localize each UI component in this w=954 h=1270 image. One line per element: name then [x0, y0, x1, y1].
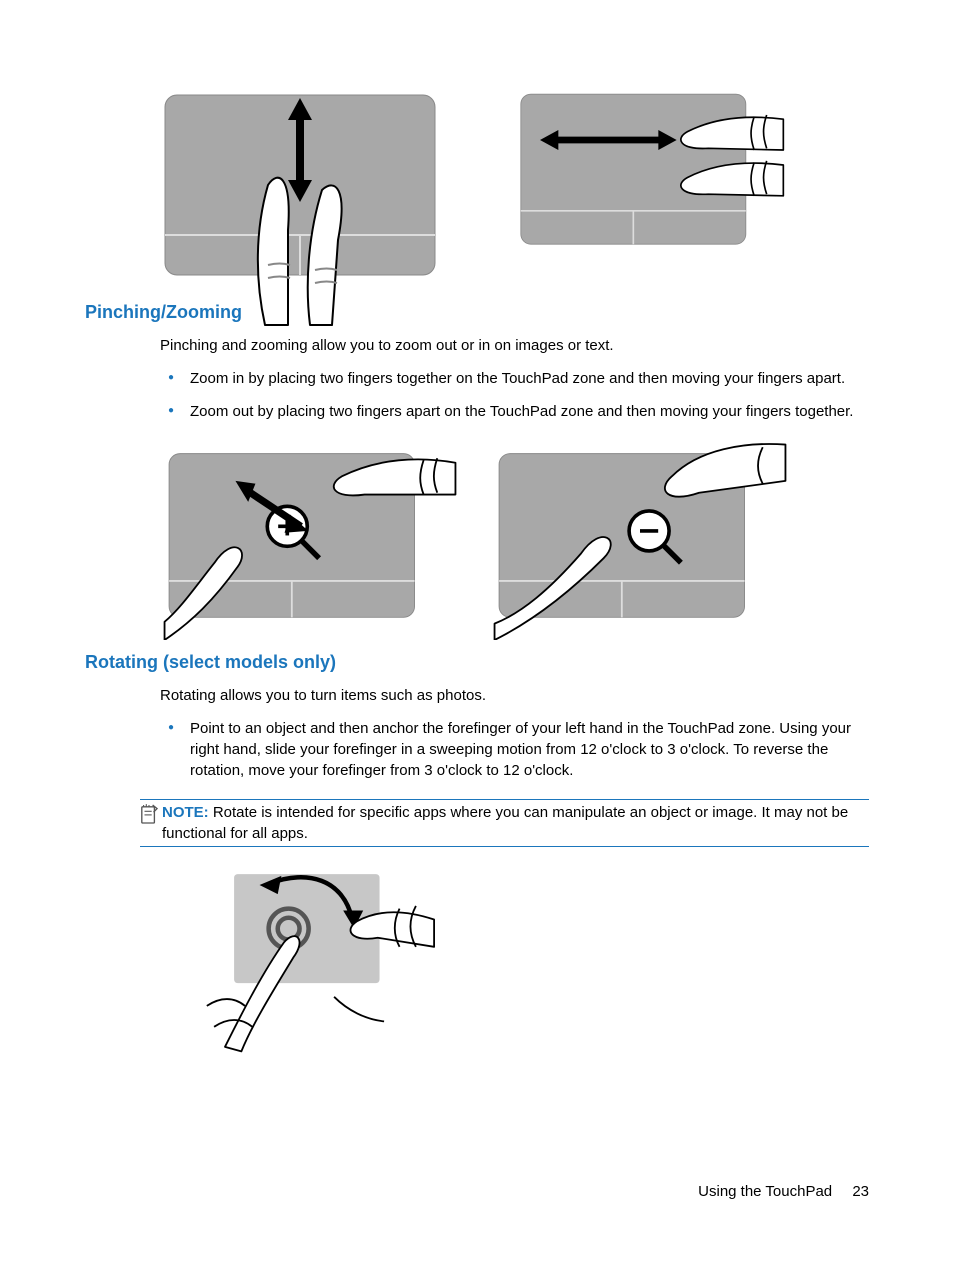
rotate-intro-text: Rotating allows you to turn items such a…: [160, 685, 869, 706]
pinch-bullet-zoom-out: Zoom out by placing two fingers apart on…: [160, 401, 869, 422]
note-icon: [140, 803, 158, 825]
document-page: Pinching/Zooming Pinching and zooming al…: [0, 0, 954, 1270]
footer-page-number: 23: [852, 1183, 869, 1200]
horizontal-scroll-figure: [490, 90, 770, 280]
page-footer: Using the TouchPad 23: [698, 1181, 869, 1202]
footer-section-title: Using the TouchPad: [698, 1183, 832, 1200]
note-body: Rotate is intended for specific apps whe…: [162, 804, 848, 842]
rotate-gesture-figure: [195, 865, 445, 1055]
rotate-heading: Rotating (select models only): [85, 650, 869, 675]
note-text-container: NOTE: Rotate is intended for specific ap…: [162, 802, 869, 844]
zoom-in-figure: [160, 440, 440, 630]
scroll-gesture-figures: [160, 90, 869, 280]
pinch-bullet-zoom-in: Zoom in by placing two fingers together …: [160, 368, 869, 389]
rotate-bullet-list: Point to an object and then anchor the f…: [160, 718, 869, 781]
rotate-note-block: NOTE: Rotate is intended for specific ap…: [140, 799, 869, 847]
pinch-intro-text: Pinching and zooming allow you to zoom o…: [160, 335, 869, 356]
note-label: NOTE:: [162, 804, 209, 821]
pinch-bullet-list: Zoom in by placing two fingers together …: [160, 368, 869, 422]
pinch-gesture-figures: [160, 440, 869, 630]
rotate-bullet-instruction: Point to an object and then anchor the f…: [160, 718, 869, 781]
zoom-out-figure: [490, 440, 770, 630]
vertical-scroll-figure: [160, 90, 440, 280]
